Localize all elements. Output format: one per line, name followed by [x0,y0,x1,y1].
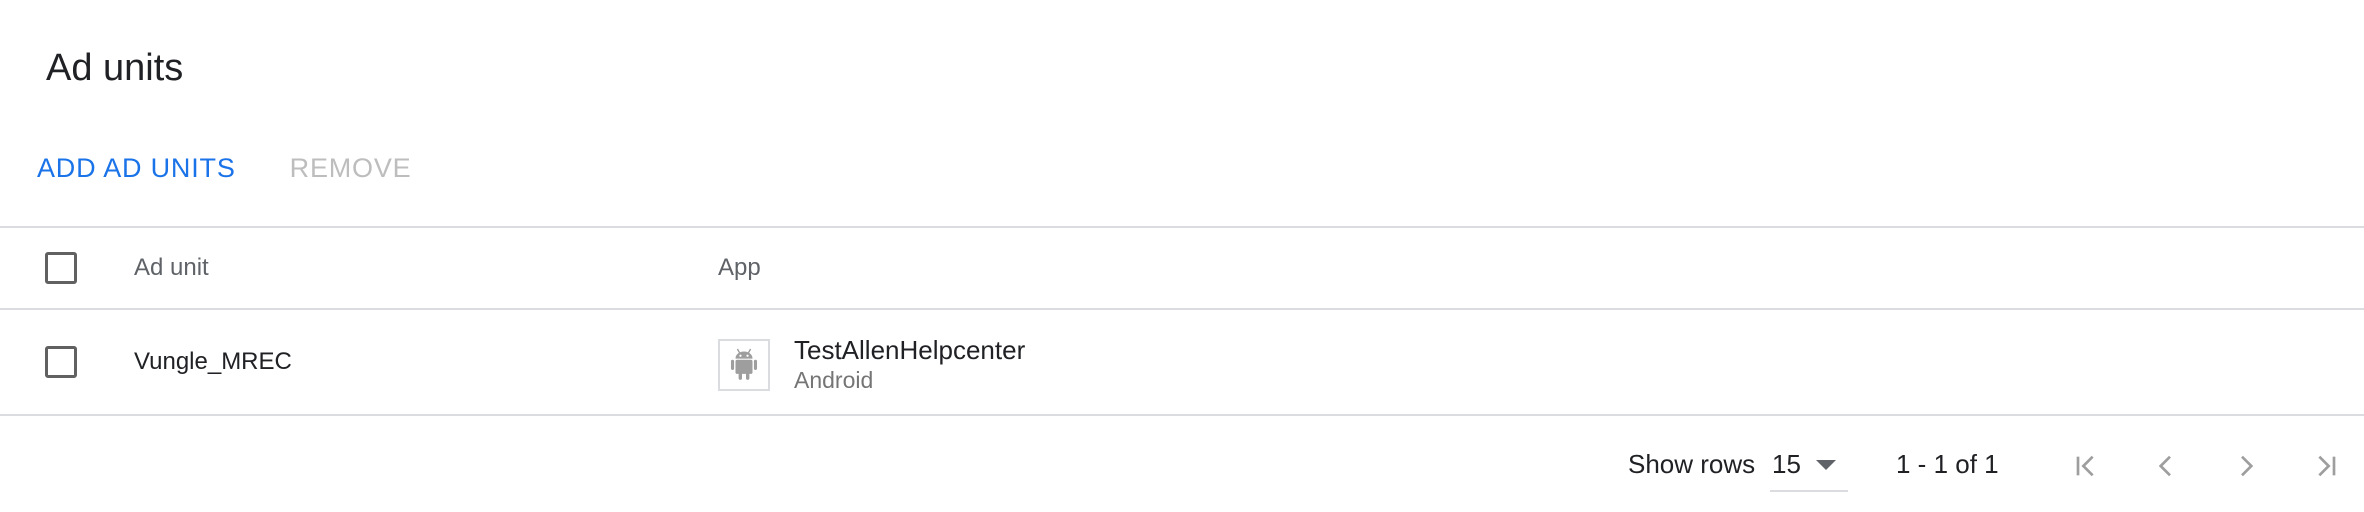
android-icon [730,348,758,380]
page-title: Ad units [46,47,184,89]
action-bar: ADD AD UNITS REMOVE [37,146,411,190]
app-icon-container [718,339,770,391]
previous-page-button[interactable] [2146,446,2186,486]
select-all-checkbox[interactable] [45,252,77,284]
next-page-icon [2241,455,2254,477]
rows-per-page-value: 15 [1772,449,1801,479]
column-header-ad-unit[interactable]: Ad unit [134,252,209,284]
table-row[interactable]: Vungle_MREC TestAllenHelpcenter Android [0,310,2364,414]
pagination-range: 1 - 1 of 1 [1896,449,1999,479]
previous-page-icon [2158,455,2171,477]
dropdown-caret-icon [1816,460,1836,470]
remove-button[interactable]: REMOVE [290,146,412,190]
row-checkbox[interactable] [45,346,77,378]
first-page-button[interactable] [2066,446,2106,486]
show-rows-label: Show rows [1628,449,1756,479]
last-page-icon [2318,455,2336,477]
ad-units-table: Ad unit App Vungle_MREC TestAllenHelpcen… [0,226,2364,416]
next-page-button[interactable] [2226,446,2266,486]
first-page-icon [2076,455,2094,477]
table-bottom-divider [0,414,2364,416]
app-cell[interactable]: TestAllenHelpcenter Android [718,335,1025,395]
add-ad-units-button[interactable]: ADD AD UNITS [37,146,236,190]
pagination-bar: Show rows 15 1 - 1 of 1 [0,436,2364,496]
ad-units-page: Ad units ADD AD UNITS REMOVE Ad unit App… [0,0,2364,512]
app-platform: Android [794,367,874,393]
app-text: TestAllenHelpcenter Android [794,335,1025,395]
ad-unit-name[interactable]: Vungle_MREC [134,346,292,378]
table-header-row: Ad unit App [0,228,2364,308]
column-header-app[interactable]: App [718,252,761,284]
rows-per-page-select[interactable]: 15 [1770,442,1848,492]
app-name: TestAllenHelpcenter [794,335,1026,365]
last-page-button[interactable] [2306,446,2346,486]
